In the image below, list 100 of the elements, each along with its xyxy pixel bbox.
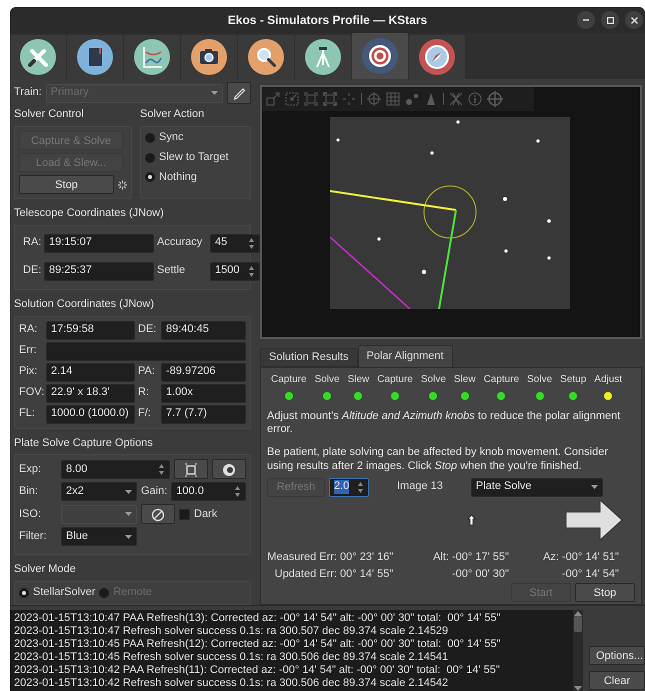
log-line: 2023-01-15T13:10:47 PAA Refresh(13): Corrected az: -00° 14' 54" alt: -00° 00' 30" total: 00° 14' 55"	[14, 612, 502, 625]
module-tab[interactable]	[10, 35, 66, 79]
scrollbar[interactable]	[573, 610, 583, 691]
radio-button[interactable]	[145, 152, 155, 163]
close-icon	[630, 16, 638, 24]
crosshair-icon[interactable]	[367, 92, 381, 106]
field-label: ISO:	[19, 508, 42, 522]
text-field[interactable]: 22.9' x 18.3'	[46, 384, 135, 403]
text-field[interactable]: 2.14	[46, 362, 135, 382]
module-tab[interactable]	[409, 35, 465, 79]
text-field[interactable]: 89:40:45	[161, 320, 246, 340]
pencil-icon	[232, 86, 246, 100]
radio-label[interactable]: Slew to Target	[159, 150, 229, 164]
stage-label: Setup	[560, 374, 586, 386]
stage-label: Adjust	[594, 374, 622, 386]
module-tab[interactable]	[238, 35, 294, 79]
module-tab[interactable]	[67, 35, 123, 79]
chart-icon	[134, 39, 170, 75]
toggle-button[interactable]	[212, 459, 246, 480]
module-tab[interactable]	[181, 35, 237, 79]
zoom-fit-icon[interactable]	[304, 92, 318, 106]
tab[interactable]: Polar Alignment	[358, 345, 453, 367]
error-value: -00° 00' 30"	[452, 568, 510, 582]
reset-button[interactable]	[141, 504, 175, 524]
minimize-button[interactable]	[577, 11, 595, 29]
compass-icon	[419, 39, 455, 75]
text-field[interactable]: 1.00x	[161, 384, 246, 403]
text-field[interactable]: 17:59:58	[46, 320, 135, 340]
toggle-icon	[222, 462, 236, 477]
stop-button[interactable]: Stop	[19, 175, 114, 194]
radio-label[interactable]: Nothing	[159, 170, 197, 184]
module-tab[interactable]	[352, 33, 408, 79]
grid-icon[interactable]	[386, 92, 400, 106]
up-arrow-icon	[467, 514, 476, 526]
stop-button[interactable]: Stop	[575, 583, 635, 602]
info-icon[interactable]	[468, 92, 482, 106]
error-label: Alt:	[432, 550, 449, 564]
field-label: RA:	[23, 236, 41, 250]
field-label: Filter:	[19, 530, 48, 544]
checkbox[interactable]	[179, 508, 190, 520]
error-label: Updated Err:	[274, 568, 337, 582]
spin-box[interactable]: 45	[210, 234, 260, 253]
checkbox-label[interactable]: Dark	[194, 508, 218, 522]
dropdown[interactable]: Plate Solve	[470, 478, 603, 496]
cone-icon[interactable]	[424, 92, 438, 106]
stars-icon[interactable]	[405, 92, 419, 106]
text-field[interactable]: 89:25:37	[44, 262, 154, 281]
zoom-in-icon[interactable]	[266, 92, 280, 106]
field-label: Pix:	[19, 365, 38, 379]
right-arrow-icon	[565, 498, 623, 540]
module-tab[interactable]	[124, 35, 180, 79]
zoom-out-icon[interactable]	[285, 92, 299, 106]
spin-box[interactable]: 100.0	[171, 482, 246, 502]
spin-box[interactable]: 8.00	[61, 460, 170, 479]
frame-button[interactable]	[174, 459, 208, 480]
pan-icon[interactable]	[342, 92, 356, 106]
radio-label[interactable]: StellarSolver	[33, 586, 96, 600]
scrollbar-thumb[interactable]	[574, 616, 582, 632]
maximize-icon	[606, 16, 614, 24]
stage-label: Solve	[420, 374, 446, 386]
spinner-icon	[248, 264, 255, 278]
stage-label: Solve	[527, 374, 552, 386]
module-tab[interactable]	[295, 35, 351, 79]
dropdown[interactable]: 2x2	[61, 482, 137, 502]
search-icon	[248, 39, 284, 75]
field-label: PA:	[138, 365, 156, 379]
close-button[interactable]	[625, 11, 643, 29]
radio-button[interactable]	[19, 588, 29, 598]
error-label: Measured Err:	[267, 550, 337, 564]
text-field[interactable]: -89.97206	[161, 362, 246, 382]
section-title: Telescope Coordinates (JNow)	[14, 207, 165, 221]
crossed-lines-icon[interactable]	[449, 92, 463, 106]
wrench-screwdriver-icon	[20, 39, 56, 75]
busy-indicator-icon	[118, 180, 127, 190]
log-line: 2023-01-15T13:10:42 PAA Refresh(11): Corrected az: -00° 14' 54" alt: -00° 00' 30" total: 00° 14' 55"	[14, 664, 501, 677]
options-button[interactable]: Options...	[589, 646, 645, 665]
error-value: -00° 14' 51"	[562, 550, 620, 564]
text-field[interactable]: 7.7 (7.7)	[161, 404, 246, 424]
tab[interactable]: Solution Results	[260, 348, 358, 367]
log-line: 2023-01-15T13:10:45 PAA Refresh(12): Corrected az: -00° 14' 54" alt: -00° 00' 30" total: 00° 14' 55"	[14, 638, 502, 651]
zoom-fill-icon[interactable]	[323, 92, 337, 106]
target-icon[interactable]	[487, 91, 503, 107]
dropdown[interactable]: Blue	[61, 527, 137, 546]
text-field[interactable]: 1000.0 (1000.0)	[46, 404, 135, 424]
edit-button[interactable]	[227, 82, 251, 104]
spin-box[interactable]: 2.0	[329, 478, 369, 496]
clear-button[interactable]: Clear	[589, 671, 645, 690]
reset-icon	[151, 508, 165, 522]
radio-button[interactable]	[145, 172, 155, 182]
stage-label: Solve	[314, 374, 340, 386]
train-label: Train:	[14, 86, 42, 100]
text-field[interactable]	[46, 342, 246, 361]
text-field[interactable]: 19:15:07	[44, 234, 154, 253]
radio-button[interactable]	[145, 132, 155, 143]
log-line: 2023-01-15T13:10:47 Refresh solver success 0.1s: ra 300.507 dec 89.374 scale 2.14529	[14, 625, 450, 638]
maximize-button[interactable]	[601, 11, 619, 29]
section-title: Plate Solve Capture Options	[14, 436, 154, 450]
radio-label[interactable]: Sync	[159, 131, 184, 145]
spin-box[interactable]: 1500	[210, 262, 260, 281]
field-label: FOV:	[19, 386, 43, 400]
